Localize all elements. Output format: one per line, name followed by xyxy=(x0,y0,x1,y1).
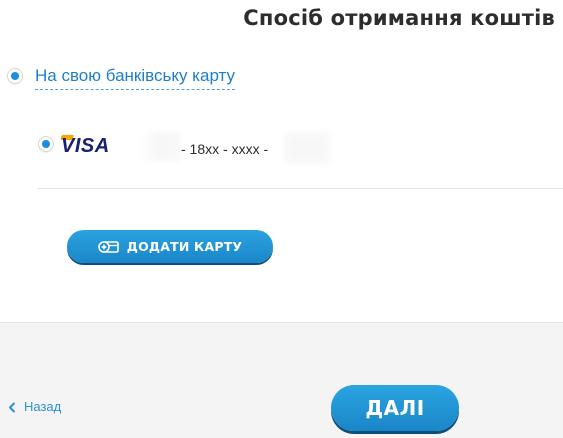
page-title: Спосіб отримання коштів xyxy=(243,6,555,30)
masked-number-blur-left xyxy=(141,131,181,161)
visa-logo: VISA xyxy=(61,135,110,157)
add-card-icon xyxy=(97,240,120,254)
card-option[interactable]: VISA - 18xx - xxxx - xyxy=(37,122,563,168)
add-card-button[interactable]: ДОДАТИ КАРТУ xyxy=(67,230,273,263)
footer-panel xyxy=(0,322,563,438)
payout-method-radio[interactable] xyxy=(8,69,22,83)
add-card-label: ДОДАТИ КАРТУ xyxy=(126,239,243,254)
chevron-left-icon xyxy=(8,401,16,413)
payout-method-label[interactable]: На свою банківську карту xyxy=(35,66,235,90)
back-label: Назад xyxy=(24,399,62,414)
card-number: - 18xx - xxxx - xyxy=(181,141,269,157)
content-area: Спосіб отримання коштів На свою банківсь… xyxy=(0,0,563,322)
masked-number-blur-right xyxy=(285,133,329,163)
divider xyxy=(37,188,563,189)
next-button[interactable]: ДАЛІ xyxy=(331,385,459,431)
card-radio[interactable] xyxy=(39,137,53,151)
back-link[interactable]: Назад xyxy=(8,399,61,414)
